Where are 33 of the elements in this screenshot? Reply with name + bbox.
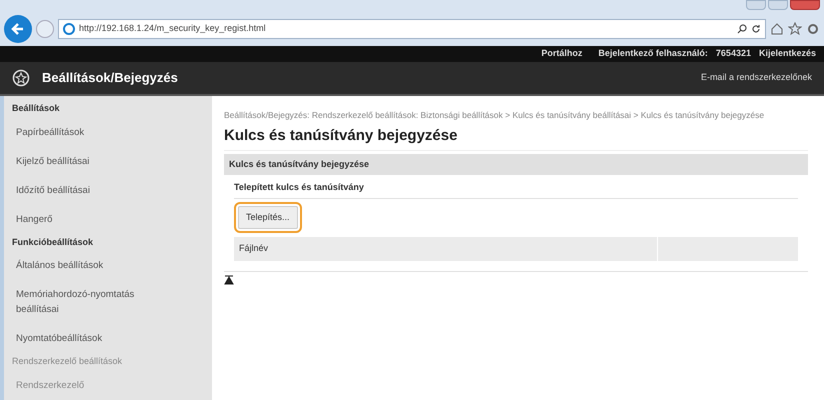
logout-link[interactable]: Kijelentkezés [758, 47, 816, 61]
sidebar-section-title: Beállítások [11, 102, 61, 115]
address-bar[interactable]: http://192.168.1.24/m_security_key_regist.html [58, 19, 766, 39]
sidebar-section-title: Rendszerkezelő beállítások [11, 355, 124, 368]
sidebar-item[interactable]: Hangerő [4, 204, 179, 234]
browser-page-icon [63, 23, 75, 35]
close-button[interactable] [790, 0, 820, 10]
scroll-to-top-icon[interactable] [224, 274, 234, 284]
url-text: http://192.168.1.24/m_security_key_regist.html [79, 22, 267, 36]
section-header: Kulcs és tanúsítvány bejegyzése [224, 154, 808, 175]
sidebar-section-title: Funkcióbeállítások [11, 236, 94, 248]
login-label: Bejelentkező felhasználó: [598, 47, 708, 60]
subsection-title: Telepített kulcs és tanúsítvány [234, 181, 798, 198]
refresh-icon[interactable] [751, 24, 761, 34]
star-icon[interactable] [788, 22, 802, 36]
sidebar-item[interactable]: Általános beállítások [4, 251, 179, 280]
sidebar-item[interactable]: Memóriahordozó-nyomtatás beállításai [4, 280, 179, 324]
sidebar-item[interactable]: Nyomtatóbeállítások [4, 324, 179, 353]
sidebar-item[interactable]: Időzítő beállításai [4, 176, 179, 204]
user-id: 7654321 [716, 47, 751, 60]
sidebar-item[interactable]: Papírbeállítások [4, 118, 179, 146]
breadcrumb: Beállítások/Bejegyzés: Rendszerkezelő beállítások: Biztonsági beállítások > Kulcs és tanúsítvány beállításai > Kulcs és tanúsítvány bejegyzése [224, 110, 766, 121]
back-arrow-icon [10, 21, 26, 37]
table-header-cell: Fájlnév [234, 237, 657, 260]
email-admin-link[interactable]: E-mail a rendszerkezelőnek [700, 71, 812, 85]
header-title: Beállítások/Bejegyzés [42, 69, 179, 88]
page-title: Kulcs és tanúsítvány bejegyzése [224, 125, 808, 150]
install-button[interactable]: Telepítés... [234, 202, 302, 233]
back-button[interactable] [4, 15, 32, 43]
sidebar-item[interactable]: Kijelző beállításai [4, 146, 179, 176]
portal-link[interactable]: Portálhoz [541, 47, 582, 61]
home-icon[interactable] [770, 22, 784, 36]
search-icon[interactable] [737, 24, 747, 34]
